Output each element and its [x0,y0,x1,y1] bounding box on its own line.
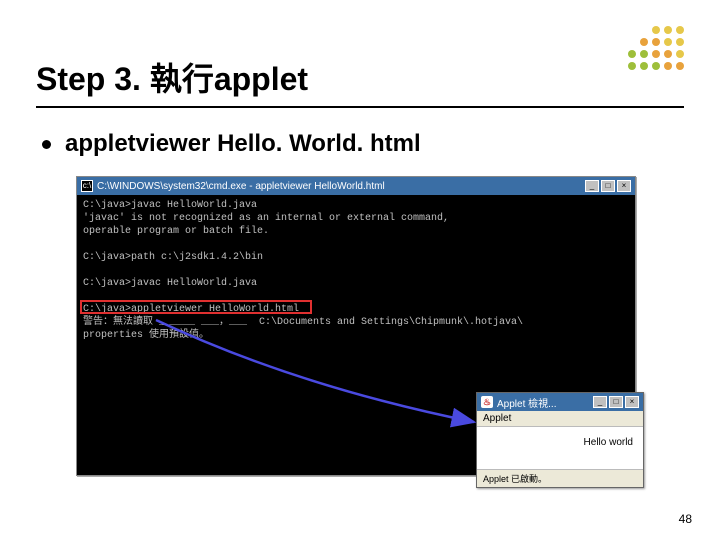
applet-titlebar: ♨ Applet 檢視... _ □ × [477,393,643,411]
applet-close-button[interactable]: × [625,396,639,408]
bullet-text: appletviewer Hello. World. html [65,130,421,158]
page-number: 48 [679,512,692,526]
applet-output-text: Hello world [584,437,633,448]
applet-maximize-button[interactable]: □ [609,396,623,408]
applet-menu-bar[interactable]: Applet [477,411,643,427]
maximize-button[interactable]: □ [601,180,615,192]
slide-title: Step 3. 執行applet [36,54,684,100]
java-icon: ♨ [481,396,493,408]
cmd-icon: c:\ [81,180,93,192]
applet-canvas: Hello world [477,427,643,469]
minimize-button[interactable]: _ [585,180,599,192]
applet-viewer-window: ♨ Applet 檢視... _ □ × Applet Hello world … [476,392,644,488]
highlight-box [80,300,312,314]
applet-status-bar: Applet 已啟動。 [477,469,643,487]
corner-decoration [628,26,684,70]
bullet-item: appletviewer Hello. World. html [36,130,684,158]
title-rule [36,106,684,108]
screenshot-container: c:\ C:\WINDOWS\system32\cmd.exe - applet… [76,176,636,486]
applet-minimize-button[interactable]: _ [593,396,607,408]
cmd-titlebar: c:\ C:\WINDOWS\system32\cmd.exe - applet… [77,177,635,195]
terminal-output: C:\java>javac HelloWorld.java 'javac' is… [77,195,635,346]
cmd-title-text: C:\WINDOWS\system32\cmd.exe - appletview… [97,181,585,192]
close-button[interactable]: × [617,180,631,192]
bullet-icon [42,140,51,149]
applet-title-text: Applet 檢視... [497,395,593,410]
slide: Step 3. 執行applet appletviewer Hello. Wor… [0,0,720,540]
